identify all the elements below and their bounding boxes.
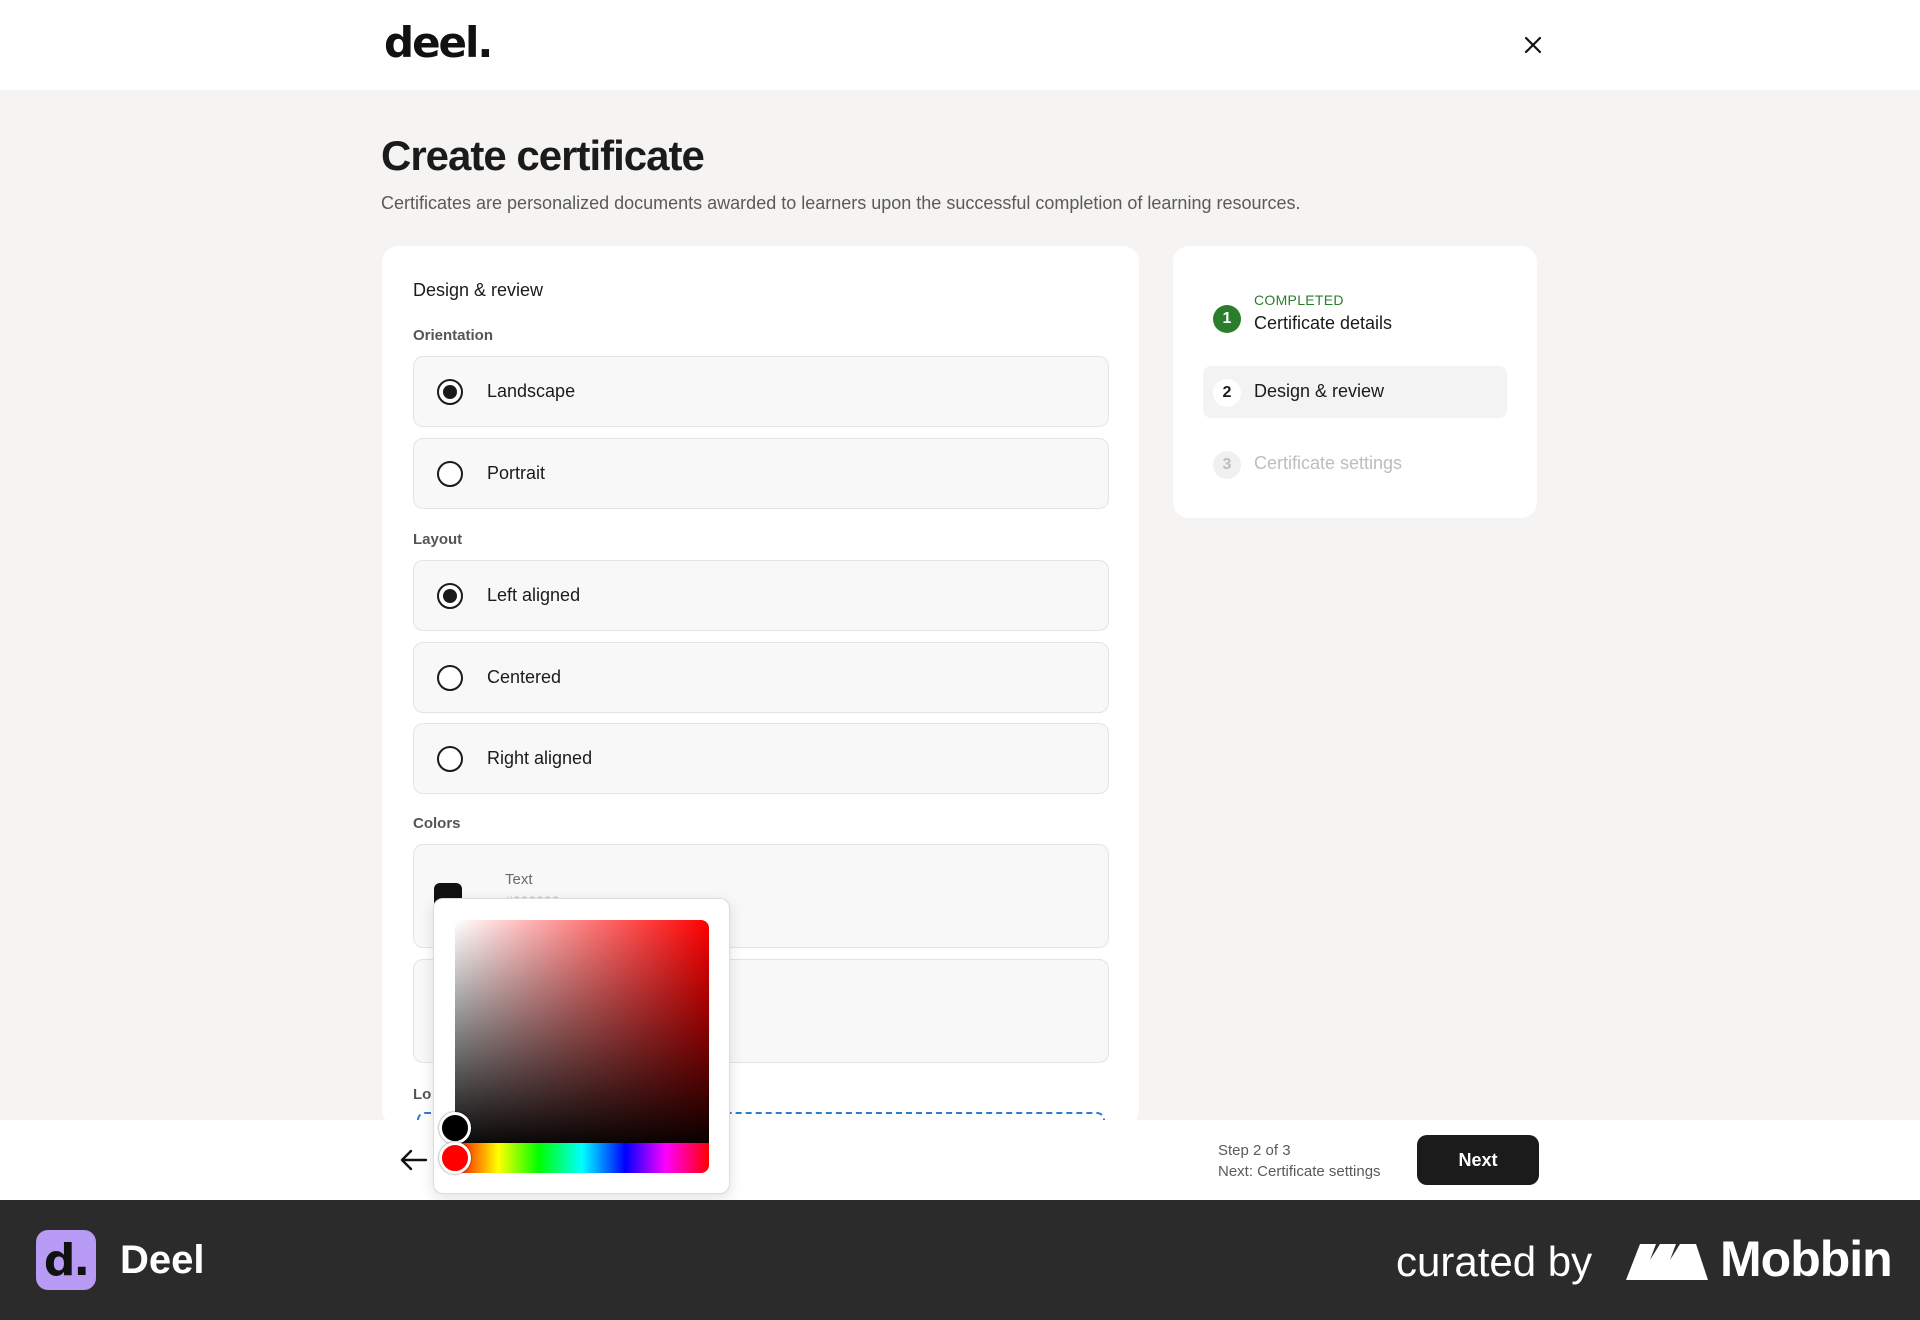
deel-app-icon: d. — [36, 1230, 96, 1290]
back-button[interactable] — [398, 1144, 430, 1176]
color-picker-popover — [433, 898, 730, 1194]
saturation-handle[interactable] — [439, 1112, 471, 1144]
step-name: Certificate settings — [1254, 453, 1403, 473]
option-label: Left aligned — [487, 585, 581, 605]
layout-option-left-aligned[interactable]: Left aligned — [413, 560, 1109, 631]
saturation-area[interactable] — [455, 920, 709, 1152]
next-button[interactable]: Next — [1417, 1135, 1539, 1185]
section-title: Design & review — [413, 280, 544, 300]
top-bar: deel. — [0, 0, 1920, 90]
option-label: Right aligned — [487, 748, 593, 768]
hue-slider[interactable] — [455, 1143, 709, 1173]
step-status: COMPLETED — [1254, 292, 1344, 308]
layout-option-right-aligned[interactable]: Right aligned — [413, 723, 1109, 794]
mobbin-wordmark: Mobbin — [1720, 1231, 1893, 1287]
orientation-option-portrait[interactable]: Portrait — [413, 438, 1109, 509]
close-button[interactable] — [1516, 28, 1550, 62]
layout-label: Layout — [413, 531, 463, 548]
next-step-text: Next: Certificate settings — [1218, 1163, 1381, 1180]
layout-option-centered[interactable]: Centered — [413, 642, 1109, 713]
option-label: Centered — [487, 667, 562, 687]
page-title: Create certificate — [381, 132, 705, 179]
mobbin-logo-icon — [1626, 1244, 1708, 1280]
hue-handle[interactable] — [439, 1142, 471, 1174]
step-design-review[interactable]: 2 Design & review — [1203, 366, 1507, 418]
orientation-option-landscape[interactable]: Landscape — [413, 356, 1109, 427]
step-number: 3 — [1213, 451, 1241, 479]
color-label: Text — [505, 871, 533, 888]
step-name: Certificate details — [1254, 313, 1393, 333]
option-label: Portrait — [487, 463, 546, 483]
radio-unselected[interactable] — [437, 460, 463, 487]
steps-panel: 1 COMPLETED Certificate details 2 Design… — [1173, 246, 1537, 518]
radio-selected[interactable] — [437, 378, 463, 405]
curated-by-text: curated by — [1396, 1238, 1593, 1285]
step-number: 2 — [1213, 379, 1241, 407]
app-name: Deel — [120, 1238, 205, 1282]
radio-selected[interactable] — [437, 582, 463, 609]
step-number: 1 — [1213, 305, 1241, 333]
arrow-left-icon — [400, 1149, 428, 1171]
close-icon — [1524, 36, 1542, 54]
step-progress-info: Step 2 of 3 Next: Certificate settings — [1218, 1140, 1381, 1182]
step-count: Step 2 of 3 — [1218, 1142, 1291, 1159]
logo-label: Lo — [413, 1086, 432, 1103]
bottom-nav-bar: Step 2 of 3 Next: Certificate settings N… — [0, 1120, 1920, 1200]
step-certificate-settings[interactable]: 3 Certificate settings — [1203, 438, 1507, 490]
step-certificate-details[interactable]: 1 COMPLETED Certificate details — [1203, 292, 1507, 344]
step-name: Design & review — [1254, 381, 1385, 401]
orientation-label: Orientation — [413, 327, 494, 344]
option-label: Landscape — [487, 381, 576, 401]
page-subtitle: Certificates are personalized documents … — [381, 193, 1301, 213]
colors-label: Colors — [413, 815, 461, 832]
branding-footer: d. Deel curated by Mobbin — [0, 1200, 1920, 1320]
deel-logo: deel. — [384, 18, 493, 67]
radio-unselected[interactable] — [437, 664, 463, 691]
radio-unselected[interactable] — [437, 745, 463, 772]
